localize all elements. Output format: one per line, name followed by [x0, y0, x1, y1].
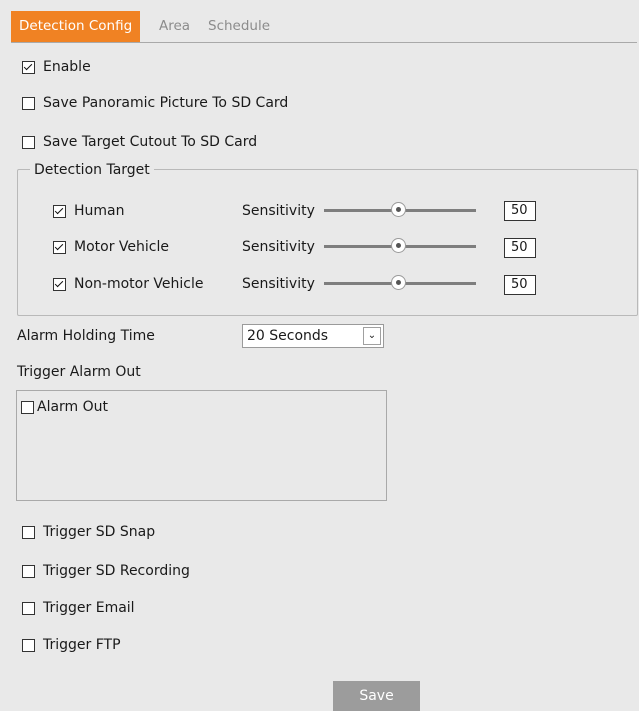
trigger-ftp-checkbox[interactable] [22, 638, 35, 652]
chevron-down-icon[interactable]: ⌄ [363, 327, 381, 345]
target-row-human: Human [53, 201, 125, 221]
alarm-holding-time-label: Alarm Holding Time [17, 328, 155, 344]
trigger-ftp-row: Trigger FTP [22, 635, 121, 655]
human-label: Human [74, 203, 125, 219]
sensitivity-slider-human[interactable] [324, 201, 476, 221]
trigger-ftp-label: Trigger FTP [43, 637, 121, 653]
alarm-out-item: Alarm Out [21, 397, 108, 417]
alarm-holding-time-select[interactable]: 20 Seconds ⌄ [242, 324, 384, 348]
sensitivity-value-non-motor-vehicle[interactable]: 50 [504, 275, 536, 295]
enable-checkbox[interactable] [22, 60, 35, 74]
trigger-sd-recording-label: Trigger SD Recording [43, 563, 190, 579]
slider-thumb[interactable] [391, 238, 406, 253]
detection-target-legend: Detection Target [30, 160, 154, 180]
target-row-motor-vehicle: Motor Vehicle [53, 237, 169, 257]
motor-vehicle-label: Motor Vehicle [74, 239, 169, 255]
enable-row: Enable [22, 57, 91, 77]
trigger-sd-recording-checkbox[interactable] [22, 564, 35, 578]
alarm-out-listbox: Alarm Out [16, 390, 387, 501]
tab-bar: Detection Config Area Schedule [11, 11, 637, 43]
save-button[interactable]: Save [333, 681, 420, 711]
sensitivity-slider-non-motor-vehicle[interactable] [324, 274, 476, 294]
trigger-email-row: Trigger Email [22, 598, 135, 618]
save-panoramic-row: Save Panoramic Picture To SD Card [22, 93, 288, 113]
motor-vehicle-checkbox[interactable] [53, 240, 66, 254]
tab-schedule[interactable]: Schedule [208, 11, 270, 42]
tab-detection-config[interactable]: Detection Config [11, 11, 141, 42]
tab-area[interactable]: Area [159, 11, 190, 42]
trigger-sd-snap-checkbox[interactable] [22, 525, 35, 539]
sensitivity-slider-motor-vehicle[interactable] [324, 237, 476, 257]
target-row-non-motor-vehicle: Non-motor Vehicle [53, 274, 204, 294]
trigger-sd-snap-row: Trigger SD Snap [22, 522, 155, 542]
human-checkbox[interactable] [53, 204, 66, 218]
non-motor-vehicle-checkbox[interactable] [53, 277, 66, 291]
non-motor-vehicle-label: Non-motor Vehicle [74, 276, 204, 292]
trigger-email-label: Trigger Email [43, 600, 135, 616]
trigger-alarm-out-label: Trigger Alarm Out [17, 364, 141, 380]
sensitivity-label: Sensitivity [242, 239, 315, 255]
alarm-out-label: Alarm Out [37, 399, 109, 415]
trigger-sd-snap-label: Trigger SD Snap [43, 524, 156, 540]
sensitivity-label: Sensitivity [242, 203, 315, 219]
alarm-holding-time-value: 20 Seconds [247, 328, 329, 344]
trigger-email-checkbox[interactable] [22, 601, 35, 615]
save-target-checkbox[interactable] [22, 135, 35, 149]
enable-label: Enable [43, 59, 91, 75]
slider-thumb[interactable] [391, 202, 406, 217]
alarm-out-checkbox[interactable] [21, 400, 34, 414]
save-panoramic-label: Save Panoramic Picture To SD Card [43, 95, 289, 111]
save-target-label: Save Target Cutout To SD Card [43, 134, 258, 150]
slider-thumb[interactable] [391, 275, 406, 290]
sensitivity-value-motor-vehicle[interactable]: 50 [504, 238, 536, 258]
save-panoramic-checkbox[interactable] [22, 96, 35, 110]
sensitivity-value-human[interactable]: 50 [504, 201, 536, 221]
save-target-row: Save Target Cutout To SD Card [22, 132, 257, 152]
sensitivity-label: Sensitivity [242, 276, 315, 292]
trigger-sd-recording-row: Trigger SD Recording [22, 561, 190, 581]
